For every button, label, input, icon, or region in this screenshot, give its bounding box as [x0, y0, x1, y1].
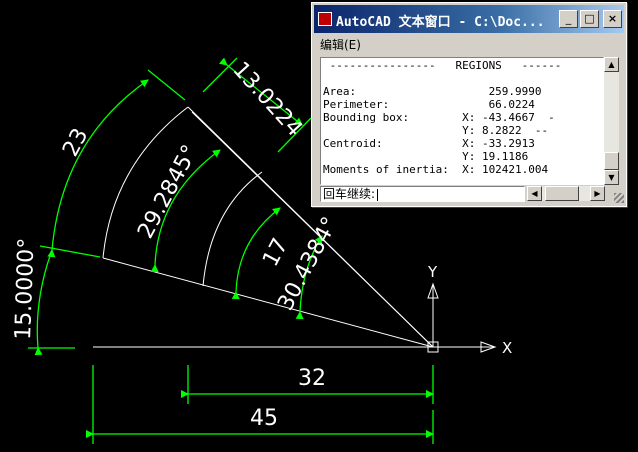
text-line: ---------------- REGIONS ------ — [323, 59, 562, 72]
scroll-up-icon[interactable]: ▲ — [604, 57, 619, 72]
menu-bar: 编辑(E) — [316, 36, 365, 54]
window-title: AutoCAD 文本窗口 - C:\Doc... — [336, 15, 545, 30]
text-line: Bounding box: X: -43.4667 - — [323, 111, 555, 124]
close-button[interactable]: × — [603, 10, 622, 28]
maximize-button[interactable]: □ — [580, 10, 599, 28]
text-line: Y: 19.1186 — [323, 150, 529, 163]
text-line: Centroid: X: -33.2913 — [323, 137, 535, 150]
title-bar[interactable]: AutoCAD 文本窗口 - C:\Doc... _ □ × — [314, 5, 624, 33]
ucs-y-label: Y — [427, 263, 438, 281]
text-line: Moments of inertia: X: 102421.004 — [323, 163, 549, 176]
horizontal-scroll-thumb[interactable] — [545, 186, 579, 201]
dim-text-29-2845-degree: 29.2845° — [133, 141, 203, 243]
minimize-button[interactable]: _ — [559, 10, 578, 28]
dim-text-45: 45 — [250, 406, 278, 431]
scroll-thumb[interactable] — [604, 152, 619, 170]
menu-edit[interactable]: 编辑(E) — [316, 38, 365, 52]
text-line: Perimeter: 66.0224 — [323, 98, 535, 111]
scroll-right-icon[interactable]: ▶ — [590, 186, 605, 201]
text-caret — [377, 188, 379, 201]
resize-grip-icon[interactable] — [614, 193, 624, 203]
dim-text-15-degree: 15.0000° — [11, 237, 40, 340]
dim-text-32: 32 — [298, 366, 326, 391]
ucs-icon: X Y — [427, 263, 512, 357]
text-line: Y: 8.2822 -- — [323, 124, 549, 137]
scroll-left-icon[interactable]: ◀ — [527, 186, 542, 201]
dim-text-17: 17 — [258, 234, 293, 270]
command-line[interactable]: 回车继续: — [320, 186, 525, 202]
text-history[interactable]: ---------------- REGIONS ------ Area: 25… — [320, 57, 604, 185]
dim-text-13-0224: 13.0224 — [228, 57, 307, 141]
command-prompt: 回车继续: — [323, 187, 376, 201]
horizontal-scrollbar[interactable]: ◀ ▶ — [527, 186, 605, 201]
ucs-x-label: X — [502, 339, 512, 357]
scroll-down-icon[interactable]: ▼ — [604, 170, 619, 185]
dim-text-23: 23 — [58, 124, 93, 160]
vertical-scrollbar[interactable]: ▲ ▼ — [604, 57, 619, 185]
autocad-app-icon[interactable] — [318, 12, 332, 26]
autocad-text-window[interactable]: AutoCAD 文本窗口 - C:\Doc... _ □ × 编辑(E) ---… — [311, 2, 627, 207]
text-line: Area: 259.9990 — [323, 85, 542, 98]
